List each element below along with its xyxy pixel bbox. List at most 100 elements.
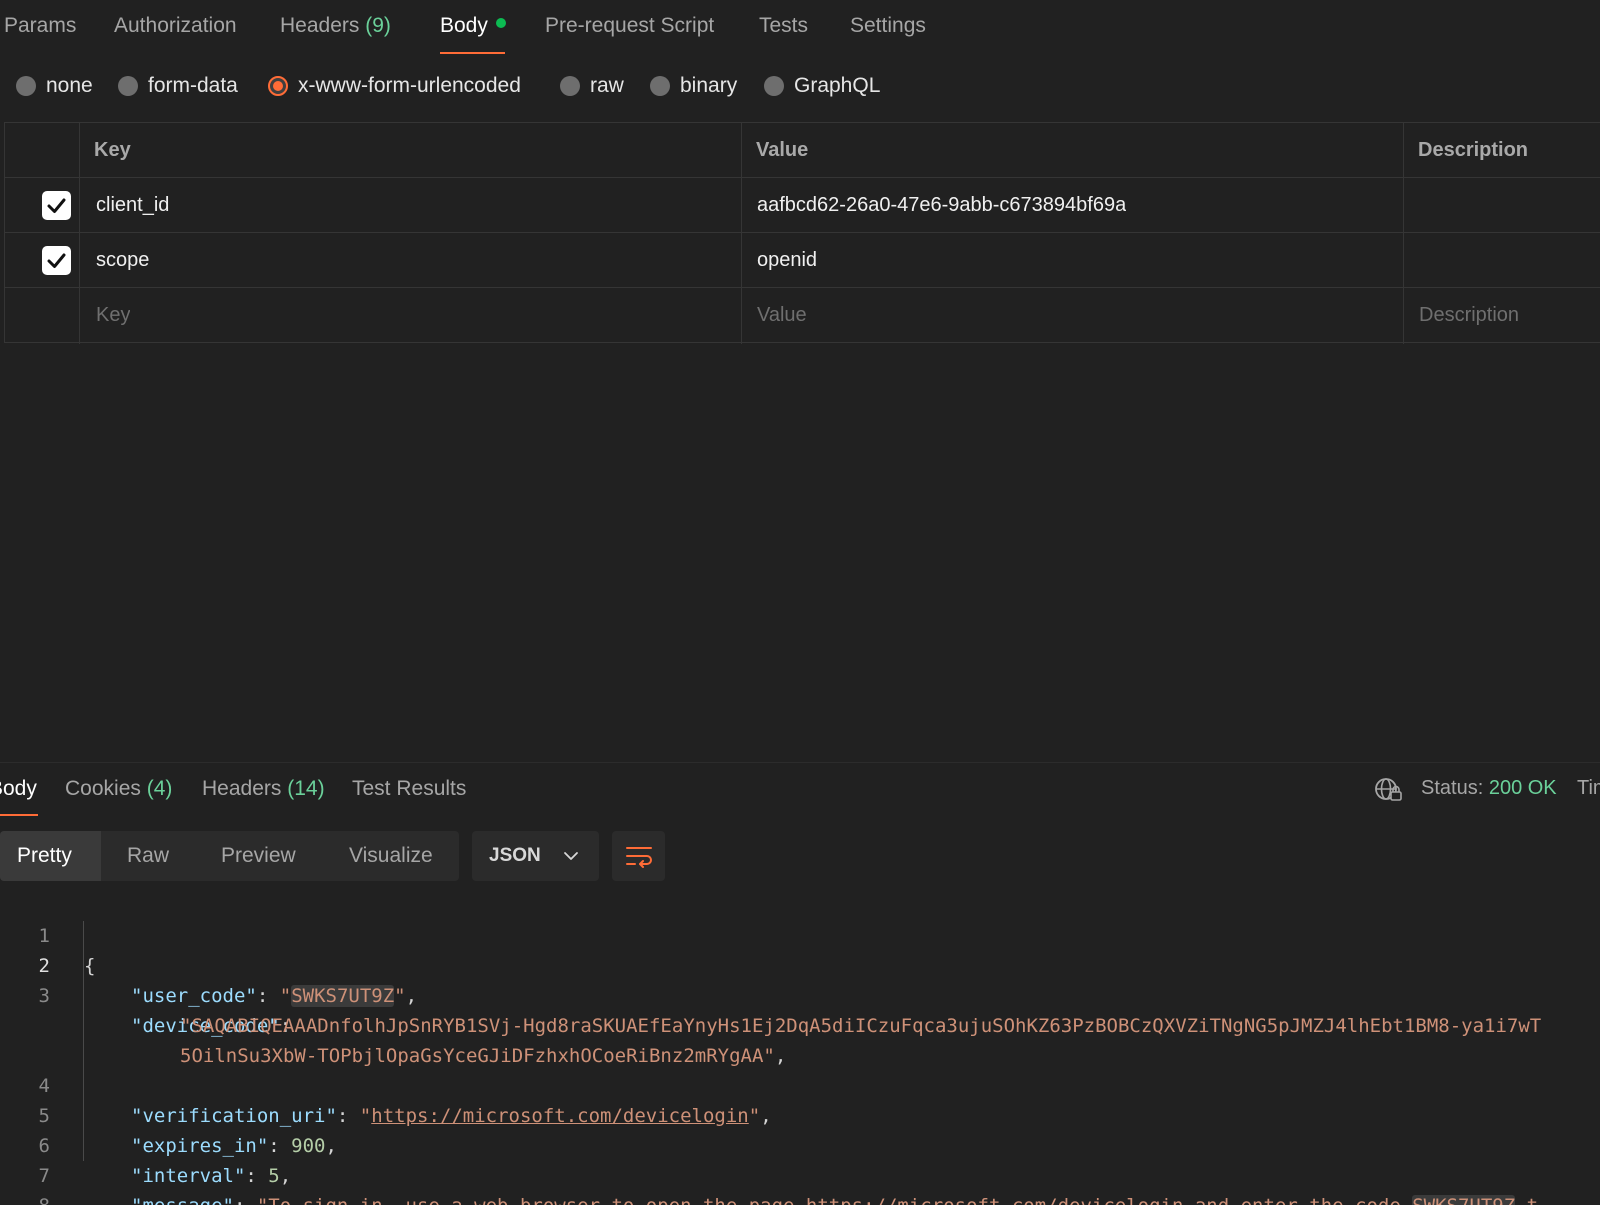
radio-binary-circle[interactable] [650,76,670,96]
param-value-cell[interactable]: openid [757,233,817,287]
param-key-cell[interactable]: client_id [96,178,169,232]
wrap-lines-icon [626,847,652,868]
request-tabs: Params Authorization Headers (9) Body Pr… [0,0,1600,56]
headers-count: (9) [365,14,391,37]
header-description: Description [1418,138,1529,161]
code-line: 5 "expires_in": 900, [0,1071,337,1157]
code-line: "SAQABIQEAAADnfolhJpSnRYB1SVj-Hgd8raSKUA… [0,981,1541,1037]
new-value-input[interactable]: Value [757,288,807,342]
table-row: client_id aafbcd62-26a0-47e6-9abb-c67389… [5,178,1600,233]
json-open-brace: { [84,955,96,977]
response-time-label: Time [1577,777,1600,799]
radio-raw-circle[interactable] [560,76,580,96]
radio-none[interactable]: none [16,74,93,98]
status-value: 200 OK [1488,777,1557,799]
row-enabled-checkbox[interactable] [42,246,71,275]
response-tab-cookies-label: Cookies [65,777,141,800]
wrap-lines-button[interactable] [612,831,665,881]
active-tab-indicator [440,52,505,54]
status-label: Status: [1421,777,1484,799]
param-value-cell[interactable]: aafbcd62-26a0-47e6-9abb-c673894bf69a [757,178,1126,232]
radio-binary[interactable]: binary [650,74,737,98]
radio-graphql-label: GraphQL [794,74,881,97]
tab-headers[interactable]: Headers (9) [280,14,391,38]
tab-tests-label: Tests [759,14,809,37]
radio-graphql[interactable]: GraphQL [764,74,880,98]
tab-authorization[interactable]: Authorization [114,14,237,38]
json-key-user-code: "user_code" [131,985,257,1007]
table-row: scope openid [5,233,1600,288]
format-select[interactable]: JSON [472,831,599,881]
cookies-count: (4) [146,777,173,800]
json-key-verification-uri: "verification_uri" [131,1105,337,1127]
response-divider [0,762,1600,763]
param-key-cell[interactable]: scope [96,233,149,287]
code-line: 8 } [0,1161,50,1205]
json-value-user-code: SWKS7UT9Z [291,985,395,1007]
new-description-input[interactable]: Description [1419,288,1519,342]
row-enabled-checkbox[interactable] [42,191,71,220]
json-value-message-prefix: "To sign in, use a web browser to open t… [257,1195,806,1205]
json-value-interval: 5 [268,1165,280,1187]
tab-settings-label: Settings [850,14,926,37]
check-icon [47,198,66,213]
radio-x-www-form-urlencoded[interactable]: x-www-form-urlencoded [268,74,521,98]
radio-raw-label: raw [590,74,624,97]
tab-body[interactable]: Body [440,14,506,38]
verification-uri-link[interactable]: https://microsoft.com/devicelogin [371,1105,749,1127]
view-preview-button[interactable]: Preview [221,831,296,881]
tab-params[interactable]: Params [4,14,76,38]
radio-raw[interactable]: raw [560,74,624,98]
radio-graphql-circle[interactable] [764,76,784,96]
tab-headers-label: Headers [280,14,360,37]
radio-form-data[interactable]: form-data [118,74,238,98]
response-tab-test-results[interactable]: Test Results [352,777,466,801]
response-tab-body[interactable]: Body [0,777,37,801]
header-key: Key [94,138,131,161]
message-devicelogin-link[interactable]: https://microsoft.com/devicelogin [806,1195,1184,1205]
header-value: Value [756,138,809,161]
response-tab-test-results-label: Test Results [352,777,467,800]
tab-body-label: Body [440,14,488,37]
view-pretty-button[interactable]: Pretty [0,831,101,881]
param-description-cell[interactable] [1418,233,1600,287]
response-tab-headers[interactable]: Headers (14) [202,777,325,801]
code-line: 2 "user_code": "SWKS7UT9Z", [0,921,417,1007]
new-key-input[interactable]: Key [96,288,130,342]
code-line: 6 "interval": 5, [0,1101,292,1187]
code-line: 3 "device_code": [0,951,292,1037]
response-headers-count: (14) [287,777,325,800]
json-value-expires-in: 900 [291,1135,326,1157]
radio-form-data-circle[interactable] [118,76,138,96]
json-value-message-suffix: t [1515,1195,1538,1205]
code-line: 7 "message": "To sign in, use a web brow… [0,1131,1538,1205]
format-select-value: JSON [489,845,541,866]
tab-authorization-label: Authorization [114,14,237,37]
response-tab-headers-label: Headers [202,777,282,800]
radio-urlencoded-circle[interactable] [268,76,288,96]
json-value-device-code-2: 5OilnSu3XbW-TOPbjlOpaGsYceGJiDFzhxhOCoeR… [180,1045,775,1067]
tab-tests[interactable]: Tests [759,14,808,38]
tab-pre-request-script[interactable]: Pre-request Script [545,14,714,38]
table-header-row: Key Value Description [5,123,1600,178]
body-modified-dot [495,18,506,28]
indent-guide [83,921,84,1161]
json-value-device-code-1: "SAQABIQEAAADnfolhJpSnRYB1SVj-Hgd8raSKUA… [180,1015,1542,1037]
line-number: 8 [0,1191,50,1205]
radio-none-circle[interactable] [16,76,36,96]
code-line: 4 "verification_uri": "https://microsoft… [0,1041,772,1127]
globe-lock-icon[interactable] [1374,776,1404,809]
urlencoded-params-table: Key Value Description client_id aafbcd62… [4,122,1600,344]
chevron-down-icon [564,852,578,860]
code-line: 5OilnSu3XbW-TOPbjlOpaGsYceGJiDFzhxhOCoeR… [180,1045,787,1067]
tab-settings[interactable]: Settings [850,14,926,38]
json-key-expires-in: "expires_in" [131,1135,269,1157]
view-visualize-button[interactable]: Visualize [349,831,433,881]
response-tab-cookies[interactable]: Cookies (4) [65,777,172,801]
view-raw-button[interactable]: Raw [127,831,169,881]
check-icon [47,253,66,268]
response-tab-body-label: Body [0,777,37,800]
json-value-message-code: SWKS7UT9Z [1412,1195,1516,1205]
param-description-cell[interactable] [1418,178,1600,232]
new-param-row: Key Value Description [5,288,1600,343]
